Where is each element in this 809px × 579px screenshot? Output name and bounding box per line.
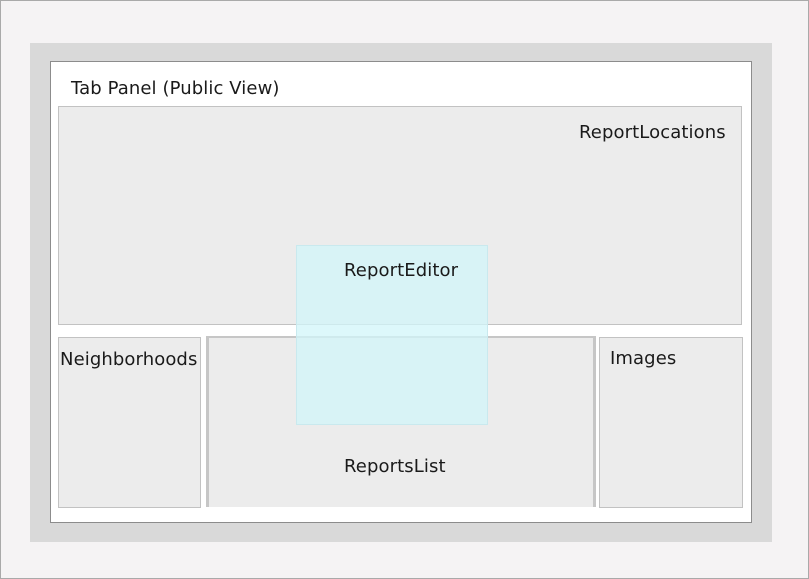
images-label: Images	[610, 348, 677, 369]
tab-panel-title: Tab Panel (Public View)	[71, 78, 280, 99]
reports-list-label: ReportsList	[344, 456, 446, 477]
report-locations-label: ReportLocations	[579, 122, 726, 143]
neighborhoods-label: Neighborhoods	[60, 349, 198, 370]
report-editor-label: ReportEditor	[344, 260, 459, 281]
